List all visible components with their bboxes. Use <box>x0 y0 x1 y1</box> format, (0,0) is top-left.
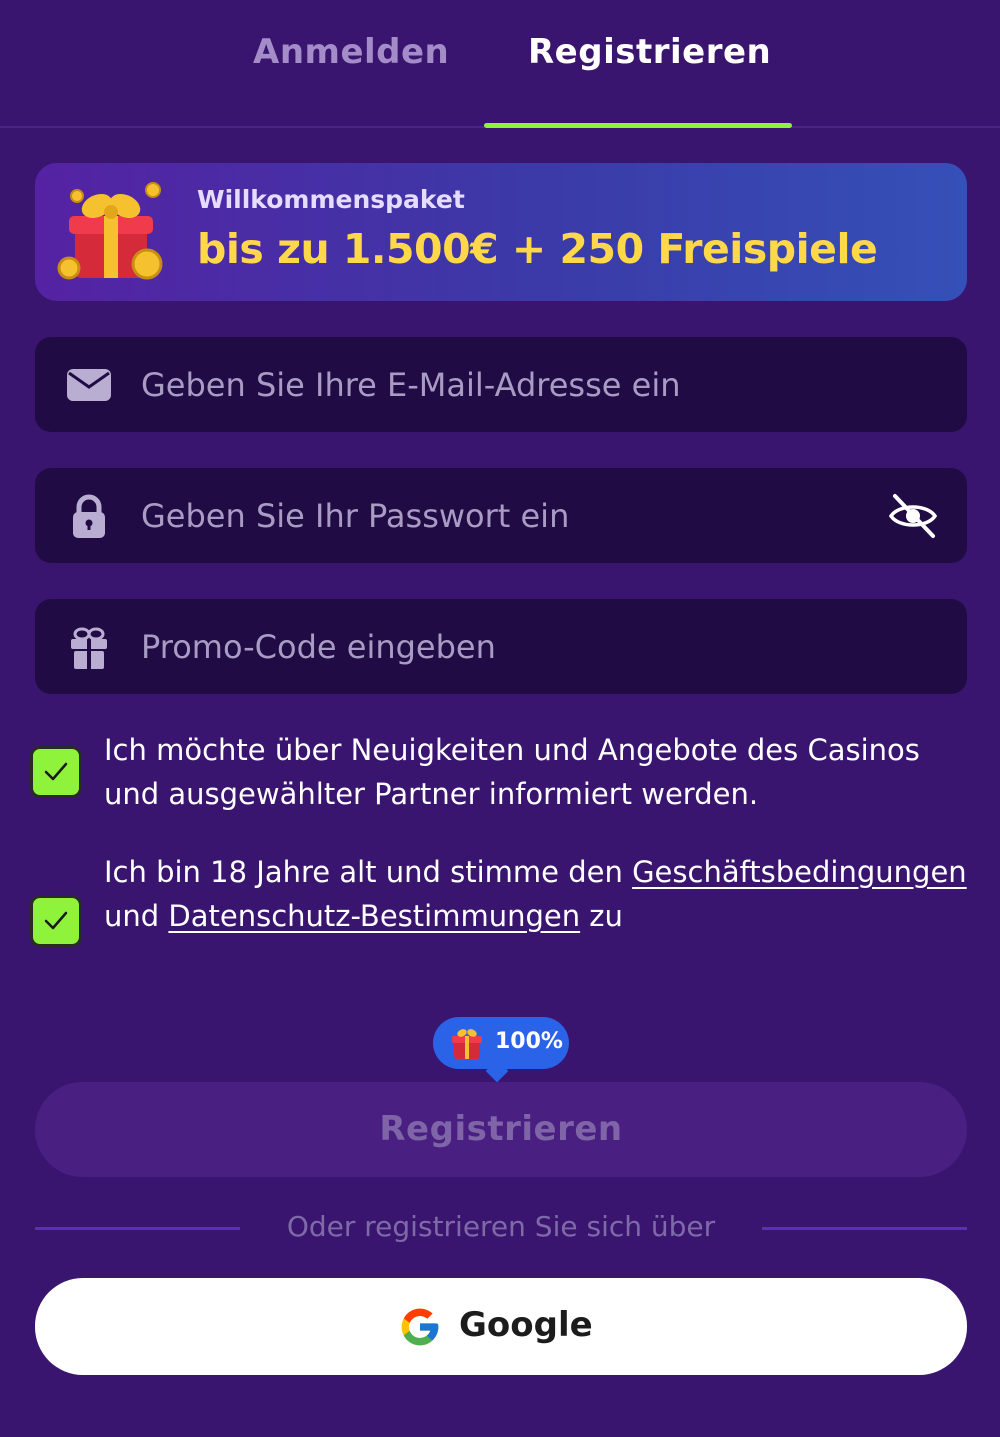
lock-icon <box>73 494 105 538</box>
newsletter-consent-text: Ich möchte über Neuigkeiten und Angebote… <box>104 733 920 811</box>
terms-suffix: zu <box>580 899 623 933</box>
divider-line-left <box>35 1227 240 1230</box>
google-signup-button[interactable]: Google <box>35 1278 967 1375</box>
tab-register[interactable]: Registrieren <box>528 32 771 82</box>
register-button[interactable]: Registrieren <box>35 1082 967 1177</box>
divider-line-right <box>762 1227 967 1230</box>
terms-prefix: Ich bin 18 Jahre alt und stimme den <box>104 855 633 889</box>
privacy-link[interactable]: Datenschutz-Bestimmungen <box>168 899 580 933</box>
bonus-badge-tail <box>485 1059 509 1083</box>
email-input[interactable] <box>141 337 881 432</box>
gift-box-icon <box>452 1029 482 1059</box>
terms-consent-text: Ich bin 18 Jahre alt und stimme den Gesc… <box>104 850 974 938</box>
tab-login[interactable]: Anmelden <box>253 32 449 82</box>
auth-tabs: Anmelden Registrieren <box>0 0 1000 128</box>
newsletter-checkbox[interactable] <box>30 746 82 798</box>
terms-link[interactable]: Geschäftsbedingungen <box>632 855 967 889</box>
welcome-banner: Willkommenspaket bis zu 1.500€ + 250 Fre… <box>35 163 967 301</box>
envelope-icon <box>67 369 111 401</box>
eye-slash-icon[interactable] <box>887 490 939 542</box>
gift-icon <box>71 627 107 669</box>
google-g-icon <box>401 1308 439 1346</box>
banner-title: bis zu 1.500€ + 250 Freispiele <box>197 225 878 273</box>
password-input[interactable] <box>141 468 881 563</box>
bonus-badge-text: 100% <box>495 1029 563 1054</box>
email-field[interactable] <box>35 337 967 432</box>
gift-box-coins-icon <box>57 182 163 280</box>
checkmark-icon <box>44 911 68 930</box>
banner-subtitle: Willkommenspaket <box>197 185 465 214</box>
terms-middle: und <box>104 899 169 933</box>
registration-page: Anmelden Registrieren Willkommenspaket b… <box>0 0 1000 1437</box>
password-field[interactable] <box>35 468 967 563</box>
active-tab-indicator <box>484 123 792 128</box>
checkmark-icon <box>44 762 68 781</box>
alternative-signup-text: Oder registrieren Sie sich über <box>286 1210 716 1243</box>
promo-code-input[interactable] <box>141 599 881 694</box>
google-button-label: Google <box>459 1305 593 1345</box>
promo-code-field[interactable] <box>35 599 967 694</box>
bonus-badge: 100% <box>433 1017 569 1083</box>
terms-checkbox[interactable] <box>30 895 82 947</box>
